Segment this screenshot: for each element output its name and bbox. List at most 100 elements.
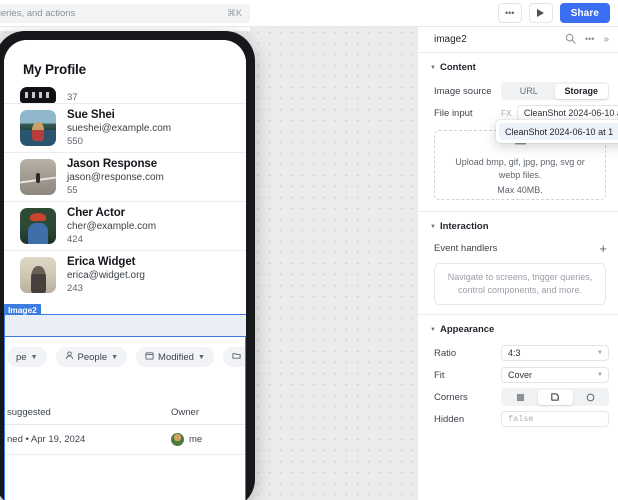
appearance-section: ▼ Appearance Ratio 4:3 ▼ Fit Cover ▼ Cor…: [418, 315, 618, 439]
image-source-segmented-control[interactable]: URL Storage: [501, 82, 609, 100]
table-row[interactable]: ned • Apr 19, 2024 me: [5, 425, 245, 455]
global-search-placeholder: omponents, queries, and actions: [0, 8, 76, 19]
ellipsis-icon[interactable]: •••: [585, 35, 594, 44]
chip-label: People: [77, 351, 108, 363]
list-item-name: Jason Response: [67, 157, 157, 170]
page-title: My Profile: [23, 62, 87, 77]
retool-editor: omponents, queries, and actions ⌘K ••• S…: [0, 0, 618, 500]
interaction-section-header[interactable]: ▼ Interaction: [418, 219, 618, 239]
component-selection-outline[interactable]: [4, 314, 246, 337]
list-item-email: jason@response.com: [67, 172, 164, 184]
corners-segmented-control[interactable]: [501, 388, 609, 407]
circle-icon: [586, 393, 594, 401]
autocomplete-option[interactable]: CleanShot 2024-06-10 at 1: [499, 123, 618, 140]
chevron-double-right-icon[interactable]: »: [603, 34, 609, 45]
cell-owner-label: me: [189, 434, 203, 445]
interaction-section-label: Interaction: [439, 221, 489, 232]
hidden-label: Hidden: [434, 413, 465, 425]
list-item-count: 55: [67, 184, 78, 196]
inspector-panel: image2 ••• » ▼ Content Image source URL: [417, 27, 618, 500]
folder-icon: [232, 351, 241, 363]
chevron-down-icon: ▼: [597, 372, 603, 379]
chip-label: L: [245, 352, 246, 363]
file-input-select[interactable]: CleanShot 2024-06-10 a ▼: [516, 105, 618, 121]
inspector-header-actions: ••• »: [565, 31, 609, 49]
cell-owner: me: [171, 433, 231, 446]
event-handlers-empty-text: Navigate to screens, trigger queries, co…: [447, 272, 593, 296]
chevron-down-icon: ▼: [597, 350, 603, 357]
corners-option-rounded[interactable]: [537, 389, 573, 405]
play-icon: [537, 9, 545, 17]
component-name-badge: Image2: [4, 304, 41, 315]
dropzone-text-line1: Upload bmp, gif, jpg, png, svg or webp f…: [455, 157, 585, 181]
list-item-count: 550: [67, 135, 83, 147]
cell-name: ned • Apr 19, 2024: [7, 434, 86, 445]
list-item-count: 243: [67, 282, 83, 294]
corners-field: Corners: [418, 386, 618, 408]
selected-component-image2[interactable]: Image2: [4, 304, 246, 337]
content-section-label: Content: [439, 62, 476, 73]
list-item[interactable]: Erica Widget erica@widget.org 243: [4, 250, 246, 299]
top-bar-actions: ••• Share: [497, 3, 610, 23]
share-button[interactable]: Share: [559, 3, 610, 23]
more-options-button[interactable]: •••: [497, 3, 522, 23]
segment-storage[interactable]: Storage: [555, 83, 608, 99]
hidden-input[interactable]: false: [501, 411, 609, 428]
list-item-email: sueshei@example.com: [67, 123, 172, 135]
search-icon[interactable]: [565, 31, 576, 49]
chip-people[interactable]: People ▼: [55, 347, 128, 367]
list-item-name: Sue Shei: [67, 108, 115, 121]
avatar: [20, 208, 56, 244]
segment-url[interactable]: URL: [503, 84, 556, 99]
interaction-section: ▼ Interaction Event handlers + Navigate …: [418, 212, 618, 316]
list-item[interactable]: Cher Actor cher@example.com 424: [4, 201, 246, 250]
file-input-autocomplete-menu[interactable]: CleanShot 2024-06-10 at 1: [496, 120, 618, 143]
mobile-frame: My Profile 37 Sue Shei sueshei@example.c…: [0, 31, 255, 500]
file-input-label: File input: [434, 107, 473, 119]
chip-location[interactable]: L: [222, 347, 246, 367]
ratio-field: Ratio 4:3 ▼: [418, 342, 618, 364]
fit-select[interactable]: Cover ▼: [501, 367, 609, 384]
list-item[interactable]: Sue Shei sueshei@example.com 550: [4, 103, 246, 152]
ratio-label: Ratio: [434, 347, 457, 359]
ellipsis-icon: •••: [504, 7, 515, 18]
hidden-field: Hidden false: [418, 408, 618, 430]
list-item-clipped[interactable]: 37: [4, 83, 246, 103]
chip-label: Modified: [158, 351, 194, 363]
fx-toggle[interactable]: FX: [501, 109, 512, 118]
plus-icon[interactable]: +: [599, 242, 607, 255]
avatar: [20, 159, 56, 195]
corners-option-square[interactable]: [503, 390, 538, 405]
avatar: [20, 257, 56, 293]
appearance-section-header[interactable]: ▼ Appearance: [418, 322, 618, 342]
hidden-placeholder: false: [508, 414, 534, 425]
global-search-input[interactable]: omponents, queries, and actions ⌘K: [0, 4, 250, 23]
inspector-header: image2 ••• »: [418, 27, 618, 53]
list-item-name: Cher Actor: [67, 206, 125, 219]
filter-chip-row: pe ▼ People ▼ Modified ▼: [5, 337, 245, 367]
event-handlers-header: Event handlers +: [418, 239, 618, 257]
global-search-shortcut: ⌘K: [226, 8, 242, 18]
column-header-name: suggested: [7, 407, 51, 418]
list-item-count: 37: [67, 92, 78, 103]
chip-label: pe: [16, 351, 27, 363]
chip-modified[interactable]: Modified ▼: [136, 347, 214, 367]
ratio-select[interactable]: 4:3 ▼: [501, 345, 609, 362]
square-icon: [516, 393, 524, 401]
person-icon: [65, 351, 74, 363]
content-section-header[interactable]: ▼ Content: [418, 60, 618, 80]
fit-field: Fit Cover ▼: [418, 364, 618, 386]
image-source-label: Image source: [434, 85, 492, 97]
corners-option-circle[interactable]: [573, 390, 608, 405]
list-item[interactable]: Jason Response jason@response.com 55: [4, 152, 246, 201]
caret-down-icon: ▼: [430, 223, 436, 230]
list-item-email: cher@example.com: [67, 221, 157, 233]
chip-type[interactable]: pe ▼: [7, 347, 47, 367]
preview-button[interactable]: [528, 3, 553, 23]
image-source-field: Image source URL Storage: [418, 80, 618, 102]
top-bar: omponents, queries, and actions ⌘K ••• S…: [0, 0, 618, 27]
avatar: [20, 87, 56, 103]
app-canvas[interactable]: My Profile 37 Sue Shei sueshei@example.c…: [0, 27, 417, 500]
mobile-screen[interactable]: My Profile 37 Sue Shei sueshei@example.c…: [4, 40, 246, 500]
list-item-count: 424: [67, 233, 83, 245]
